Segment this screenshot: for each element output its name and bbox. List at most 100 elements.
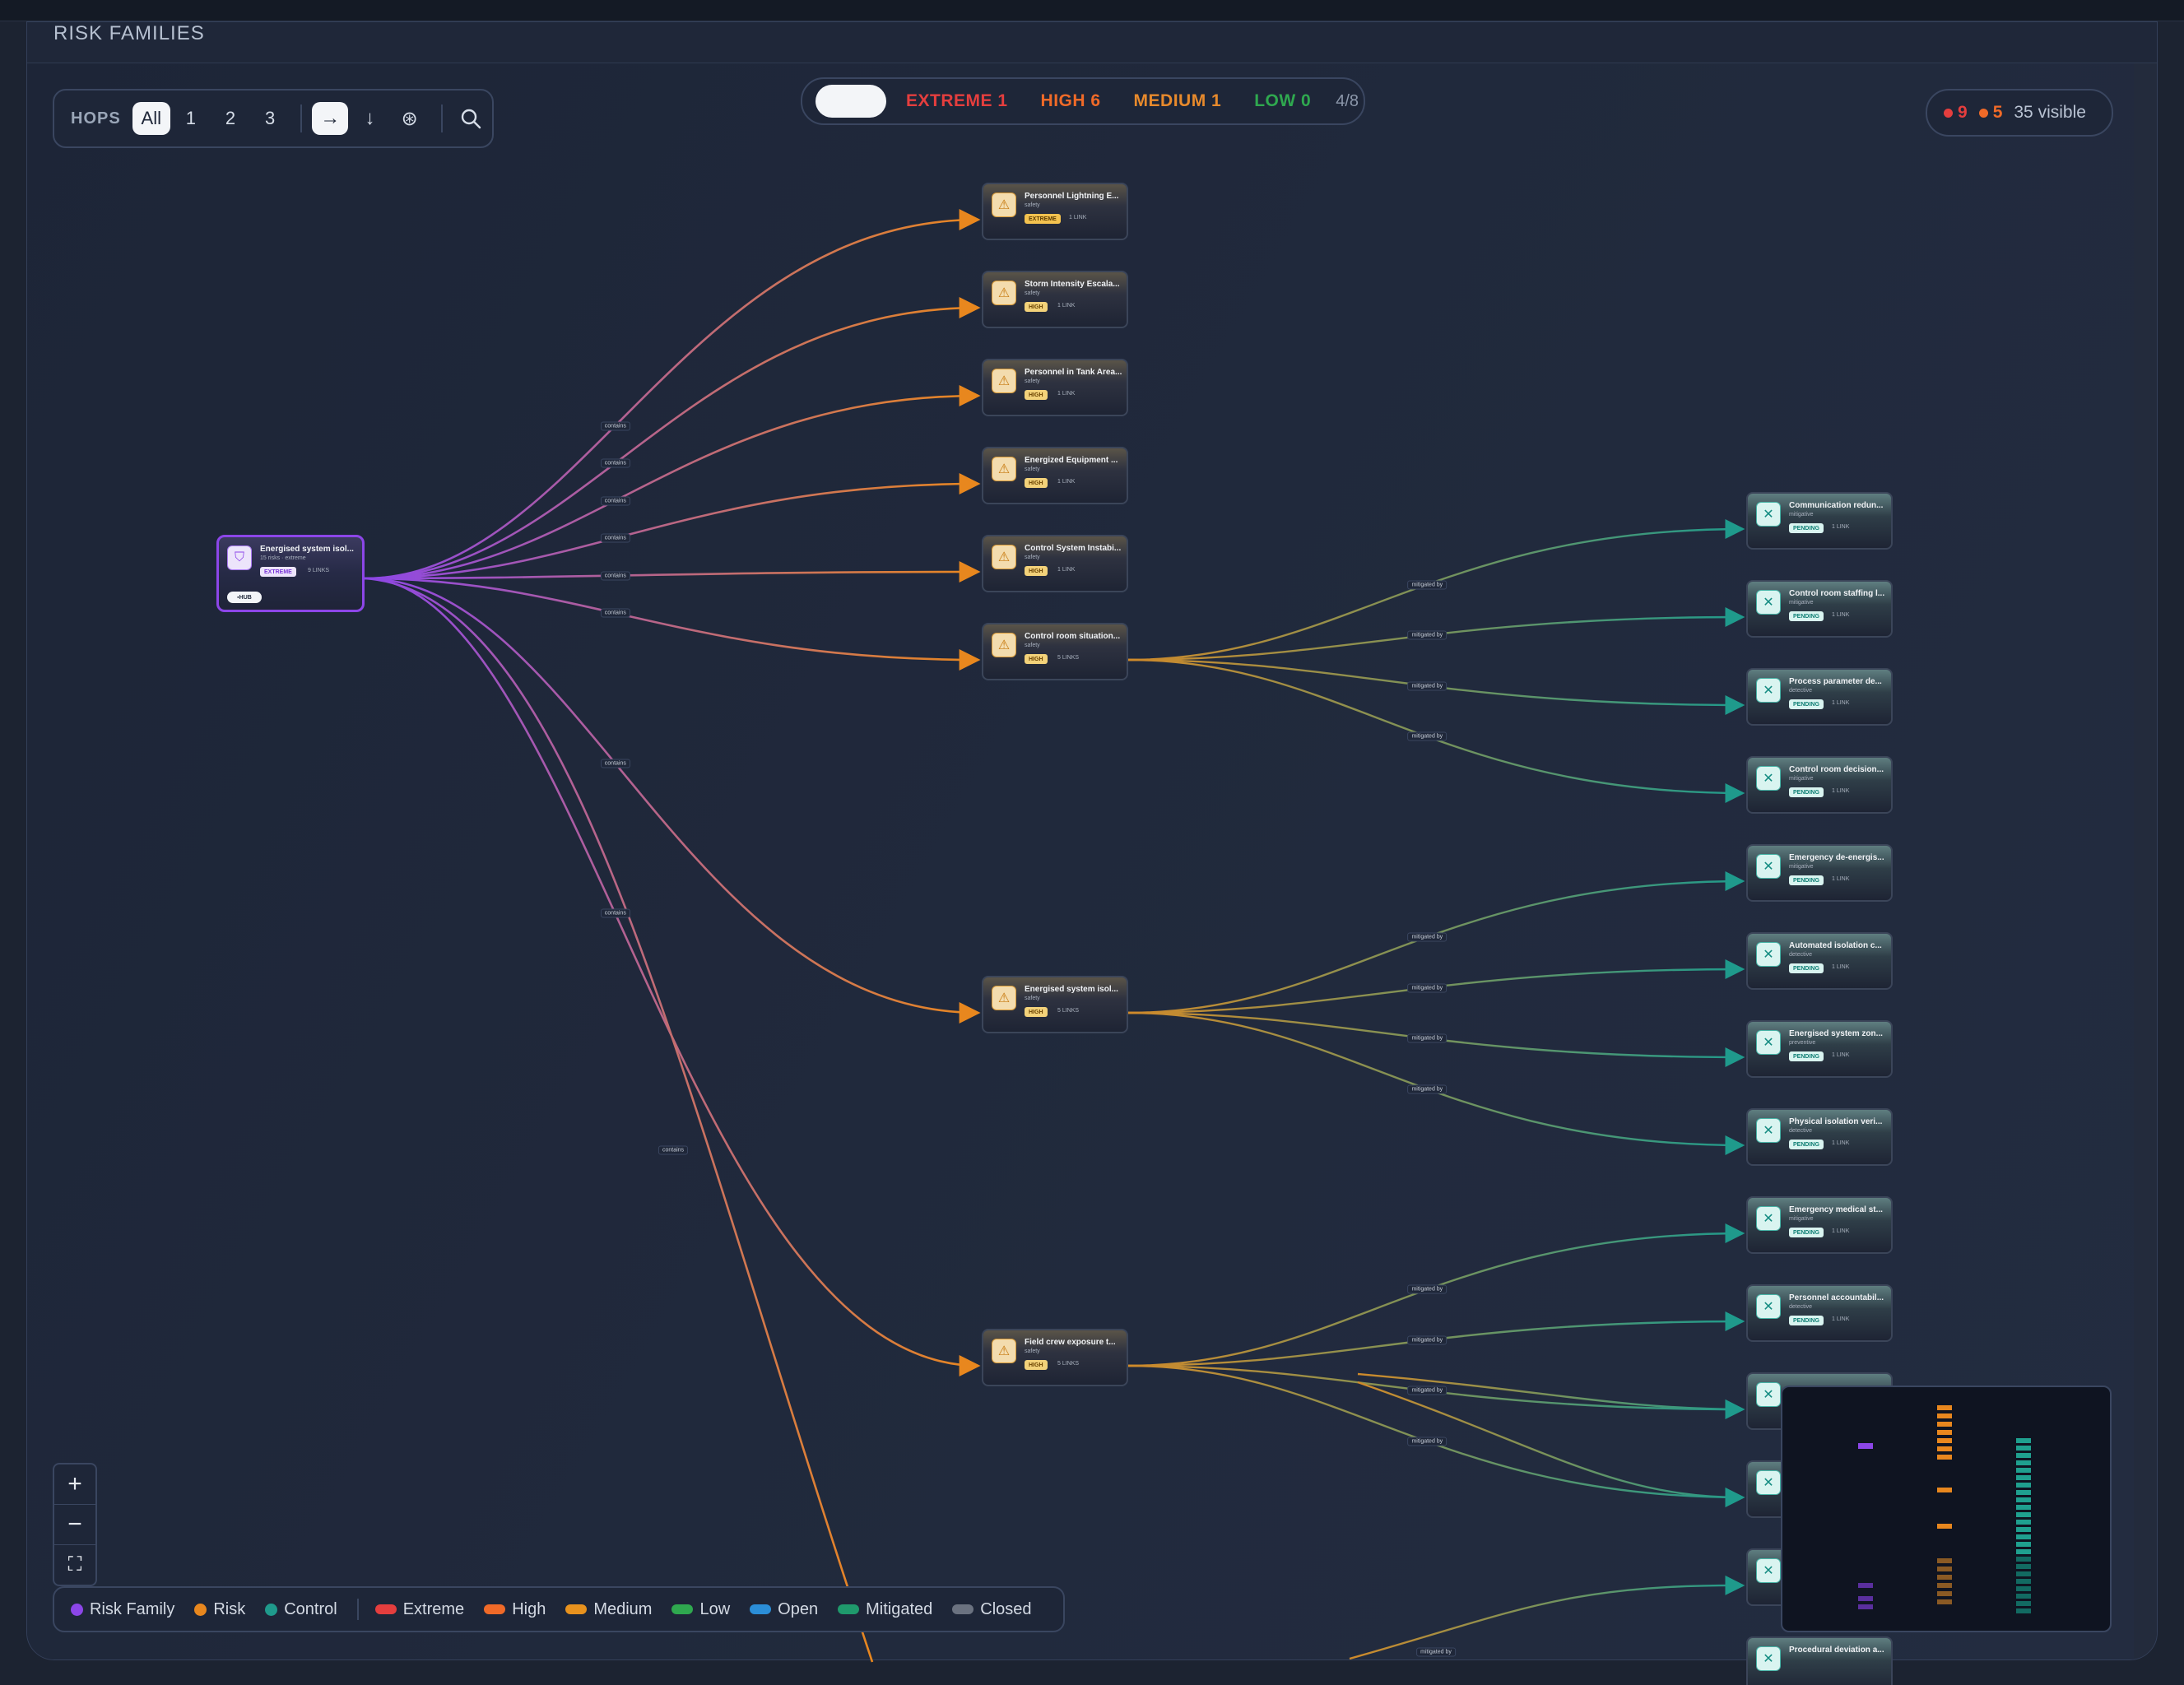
zoom-in-button[interactable]: + [54,1465,95,1505]
legend-item: Risk [194,1600,245,1619]
legend-item: Extreme [374,1600,464,1619]
mitigated-by-edge [1127,519,1745,661]
red-count: 9 [1958,103,1968,122]
mitigated-by-edge-label: mitigated by [1407,1284,1447,1294]
legend-swatch-icon [484,1604,506,1614]
search-icon[interactable] [453,102,489,135]
minimap-graph [1858,1405,2031,1613]
minimap-hub-marker [1858,1604,1873,1609]
control-title: Emergency de-energis... [1789,853,1884,862]
minimap-control-marker [2016,1512,2031,1517]
risk-links: 5 LINKS [1057,1361,1080,1367]
contains-edge-label: contains [600,571,630,581]
legend-swatch-icon [374,1604,397,1614]
risk-title: Energized Equipment ... [1025,456,1118,465]
minimap-risk-marker [1937,1567,1952,1571]
mitigated-by-edge-label: mitigated by [1407,630,1447,640]
legend-label: Medium [593,1599,653,1618]
tools-icon: ✕ [1756,1558,1781,1583]
minimap-risk-marker [1937,1455,1952,1460]
risk-category: safety [1025,555,1040,560]
contains-edge [364,297,981,580]
risk-title: Personnel in Tank Area... [1025,368,1122,377]
legend-label: Mitigated [866,1599,933,1618]
control-status-badge: PENDING [1789,523,1824,533]
radial-layout-icon[interactable]: ⊛ [392,102,428,135]
legend-label: Risk Family [90,1599,175,1618]
control-node[interactable]: ✕ Process parameter de... detective PEND… [1746,668,1893,726]
risk-node[interactable]: ⚠ Storm Intensity Escala... safety HIGH … [982,271,1128,328]
warning-triangle-icon: ⚠ [992,1339,1016,1363]
hop-3-button[interactable]: 3 [251,102,289,135]
minimap-risk-marker [1937,1599,1952,1604]
tools-icon: ✕ [1756,1382,1781,1407]
legend-swatch-icon [194,1603,207,1616]
control-node[interactable]: ✕ Communication redun... mitigative PEND… [1746,492,1893,550]
warning-triangle-icon: ⚠ [992,633,1016,657]
minimap-control-marker [2016,1438,2031,1443]
severity-medium-filter[interactable]: MEDIUM 1 [1134,91,1222,111]
hop-1-button[interactable]: 1 [172,102,210,135]
risk-title: Energised system isol... [1025,985,1118,994]
zoom-out-button[interactable]: − [54,1505,95,1545]
control-links: 1 LINK [1832,524,1850,530]
contains-edge-label: contains [600,908,630,918]
control-node[interactable]: ✕ Emergency medical st... mitigative PEN… [1746,1196,1893,1254]
risk-node[interactable]: ⚠ Field crew exposure t... safety HIGH 5… [982,1329,1128,1386]
hop-all-button[interactable]: All [132,102,170,135]
hops-toolbar: HOPS All 1 2 3 → ↓ ⊛ [53,89,494,148]
control-links: 1 LINK [1832,612,1850,618]
control-node[interactable]: ✕ Energised system zon... preventive PEN… [1746,1020,1893,1078]
risk-node[interactable]: ⚠ Energised system isol... safety HIGH 5… [982,976,1128,1033]
minimap[interactable] [1781,1386,2112,1632]
minimap-control-marker [2016,1534,2031,1539]
risk-severity-badge: HIGH [1025,390,1048,400]
layout-right-arrow-icon[interactable]: → [312,102,349,135]
severity-high-filter[interactable]: HIGH 6 [1041,91,1101,111]
risk-node[interactable]: ⚠ Personnel Lightning E... safety EXTREM… [982,183,1128,240]
minimap-risk-marker [1937,1591,1952,1596]
minimap-control-marker [2016,1586,2031,1591]
hub-subtitle: 15 risks · extreme [260,555,306,561]
layout-down-arrow-icon[interactable]: ↓ [351,102,388,135]
control-type: detective [1789,1304,1813,1310]
mitigated-by-edge [1349,1575,1745,1660]
risk-family-hub-node[interactable]: ⛉ Energised system isol... 15 risks · ex… [216,535,365,612]
severity-low-filter[interactable]: LOW 0 [1254,91,1311,111]
severity-extreme-filter[interactable]: EXTREME 1 [906,91,1008,111]
control-status-badge: PENDING [1789,699,1824,709]
risk-category: safety [1025,378,1040,384]
severity-all-button[interactable]: ALL 8 [816,85,886,118]
legend-label: Low [699,1599,731,1618]
control-node[interactable]: ✕ Emergency de-energis... mitigative PEN… [1746,844,1893,902]
risk-title: Control System Instabi... [1025,544,1122,553]
control-node[interactable]: ✕ Control room staffing l... mitigative … [1746,580,1893,638]
minimap-control-marker [2016,1460,2031,1465]
risk-node[interactable]: ⚠ Personnel in Tank Area... safety HIGH … [982,359,1128,416]
control-type: detective [1789,952,1813,958]
minimap-control-marker [2016,1520,2031,1525]
hop-2-button[interactable]: 2 [211,102,249,135]
severity-filter: ALL 8 EXTREME 1 HIGH 6 MEDIUM 1 LOW 0 4/… [801,77,1365,125]
fit-view-icon[interactable]: ⛶ [54,1545,95,1585]
contains-edge-label: contains [600,421,630,431]
tools-icon: ✕ [1756,590,1781,615]
minimap-control-marker [2016,1601,2031,1606]
control-node[interactable]: ✕ Control room decision... mitigative PE… [1746,756,1893,814]
control-links: 1 LINK [1832,1140,1850,1146]
legend-swatch-icon [952,1604,974,1614]
risk-title: Control room situation... [1025,632,1121,641]
control-node[interactable]: ✕ Procedural deviation a... [1746,1636,1893,1685]
risk-severity-badge: HIGH [1025,478,1048,488]
control-node[interactable]: ✕ Physical isolation veri... detective P… [1746,1108,1893,1166]
risk-category: safety [1025,467,1040,472]
risk-node[interactable]: ⚠ Control System Instabi... safety HIGH … [982,535,1128,592]
toolbar-divider [300,104,303,132]
control-node[interactable]: ✕ Personnel accountabil... detective PEN… [1746,1284,1893,1342]
contains-edge-label: contains [600,533,630,543]
risk-node[interactable]: ⚠ Energized Equipment ... safety HIGH 1 … [982,447,1128,504]
risk-node[interactable]: ⚠ Control room situation... safety HIGH … [982,623,1128,680]
mitigated-by-edges [1127,519,1745,1660]
control-node[interactable]: ✕ Automated isolation c... detective PEN… [1746,932,1893,990]
control-title: Control room staffing l... [1789,589,1885,598]
